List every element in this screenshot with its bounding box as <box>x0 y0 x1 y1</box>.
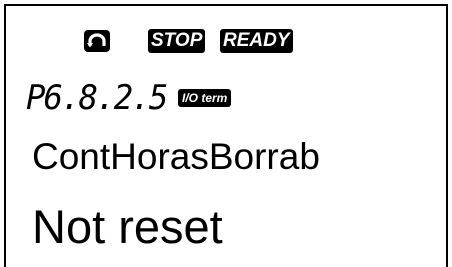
status-bar: STOP READY <box>6 6 446 53</box>
stop-status-badge: STOP <box>148 29 206 53</box>
parameter-name: ContHorasBorrab <box>32 136 320 177</box>
parameter-value[interactable]: Not reset <box>32 199 223 255</box>
keypad-display: STOP READY P6.8.2.5 I/O term ContHorasBo… <box>4 4 448 267</box>
ready-status-badge: READY <box>220 29 293 53</box>
parameter-code: P6.8.2.5 <box>26 78 168 118</box>
rotation-direction-icon <box>84 30 110 52</box>
control-place-badge: I/O term <box>178 89 232 107</box>
